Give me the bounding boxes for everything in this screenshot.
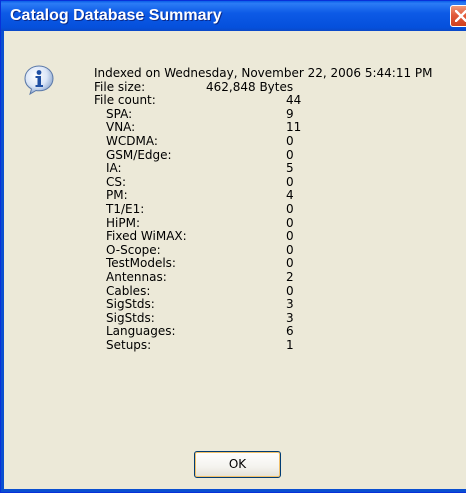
summary-row: IA: 5 bbox=[94, 162, 464, 176]
row-value: 3 bbox=[286, 310, 294, 325]
row-value: 0 bbox=[286, 242, 294, 257]
row-value: 9 bbox=[286, 106, 294, 121]
row-label: SigStds: bbox=[106, 310, 155, 325]
row-label: Cables: bbox=[106, 283, 151, 298]
dialog-window: Catalog Database Summary Indexed on Wedn… bbox=[0, 0, 466, 493]
ok-button[interactable]: OK bbox=[194, 451, 281, 478]
row-value: 0 bbox=[286, 174, 294, 189]
file-count-value: 44 bbox=[286, 93, 302, 108]
indexed-text: Indexed on Wednesday, November 22, 2006 … bbox=[94, 66, 433, 80]
summary-row: Setups: 1 bbox=[94, 337, 464, 353]
summary-row: GSM/Edge: 0 bbox=[94, 147, 464, 163]
summary-row: Fixed WiMAX: 0 bbox=[94, 230, 464, 244]
row-label: IA: bbox=[106, 161, 122, 176]
row-value: 0 bbox=[286, 147, 294, 162]
row-value: 3 bbox=[286, 297, 294, 312]
row-value: 0 bbox=[286, 215, 294, 230]
file-count-row: File count: 44 bbox=[94, 94, 464, 108]
row-label: Languages: bbox=[106, 324, 176, 339]
close-icon bbox=[455, 10, 466, 22]
title-bar[interactable]: Catalog Database Summary bbox=[1, 1, 466, 31]
row-value: 4 bbox=[286, 188, 294, 203]
row-value: 11 bbox=[286, 120, 302, 135]
file-size-value: 462,848 Bytes bbox=[206, 79, 294, 94]
file-size-label: File size: bbox=[94, 79, 146, 94]
summary-row: WCDMA: 0 bbox=[94, 133, 464, 149]
row-value: 0 bbox=[286, 133, 294, 148]
summary-row: T1/E1: 0 bbox=[94, 201, 464, 217]
row-value: 0 bbox=[286, 256, 294, 271]
row-label: PM: bbox=[106, 188, 128, 203]
row-value: 1 bbox=[286, 337, 294, 352]
row-value: 0 bbox=[286, 201, 294, 216]
row-value: 6 bbox=[286, 324, 294, 339]
row-label: O-Scope: bbox=[106, 242, 161, 257]
row-label: CS: bbox=[106, 174, 127, 189]
file-count-label: File count: bbox=[94, 93, 156, 108]
summary-text: Indexed on Wednesday, November 22, 2006 … bbox=[94, 66, 464, 353]
row-label: SigStds: bbox=[106, 297, 155, 312]
row-value: 0 bbox=[286, 283, 294, 298]
summary-row: SigStds: 3 bbox=[94, 310, 464, 326]
row-label: VNA: bbox=[106, 120, 136, 135]
summary-row: VNA: 11 bbox=[94, 121, 464, 135]
window-title: Catalog Database Summary bbox=[10, 7, 222, 24]
summary-row: PM: 4 bbox=[94, 189, 464, 203]
summary-row: SigStds: 3 bbox=[94, 297, 464, 312]
file-size-row: File size: 462,848 Bytes bbox=[94, 79, 464, 95]
row-label: SPA: bbox=[106, 106, 133, 121]
row-label: GSM/Edge: bbox=[106, 147, 172, 162]
summary-row: SPA: 9 bbox=[94, 106, 464, 122]
row-label: HiPM: bbox=[106, 215, 140, 230]
row-label: T1/E1: bbox=[106, 201, 145, 216]
row-value: 5 bbox=[286, 161, 294, 176]
row-label: Fixed WiMAX: bbox=[106, 229, 187, 244]
close-button[interactable] bbox=[450, 5, 466, 27]
summary-row: CS: 0 bbox=[94, 174, 464, 190]
indexed-line: Indexed on Wednesday, November 22, 2006 … bbox=[94, 66, 464, 81]
summary-row: HiPM: 0 bbox=[94, 215, 464, 231]
summary-row: O-Scope: 0 bbox=[94, 242, 464, 258]
summary-row: Languages: 6 bbox=[94, 325, 464, 339]
row-label: TestModels: bbox=[106, 256, 176, 271]
row-label: Setups: bbox=[106, 337, 152, 352]
info-icon bbox=[24, 65, 54, 96]
row-value: 0 bbox=[286, 229, 294, 244]
summary-row: Cables: 0 bbox=[94, 283, 464, 299]
summary-row: Antennas: 2 bbox=[94, 269, 464, 285]
row-value: 2 bbox=[286, 269, 294, 284]
row-label: WCDMA: bbox=[106, 133, 158, 148]
summary-row: TestModels: 0 bbox=[94, 257, 464, 271]
row-label: Antennas: bbox=[106, 269, 167, 284]
